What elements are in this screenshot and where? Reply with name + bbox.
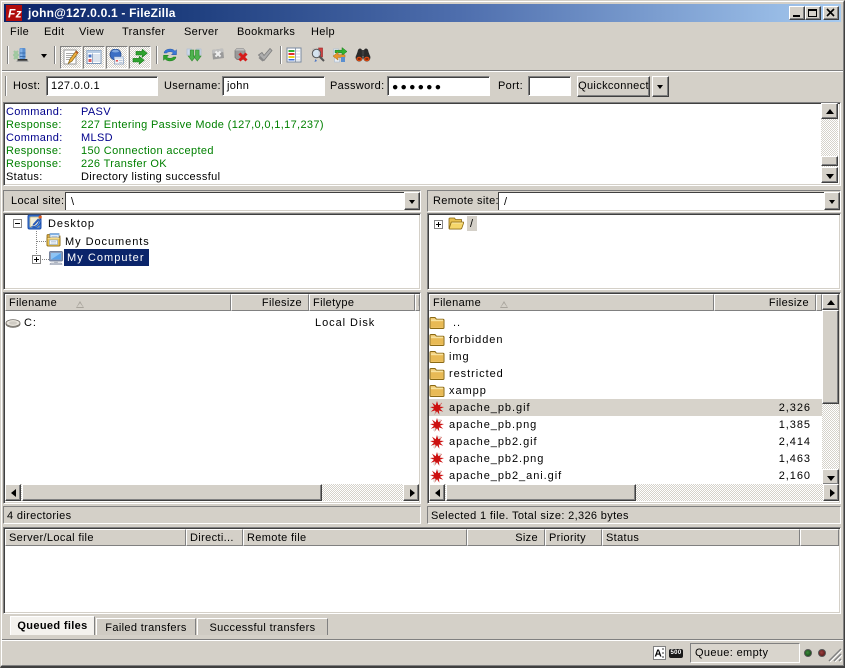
svg-text:A: A — [655, 649, 663, 660]
svg-text:Fz: Fz — [8, 7, 22, 21]
